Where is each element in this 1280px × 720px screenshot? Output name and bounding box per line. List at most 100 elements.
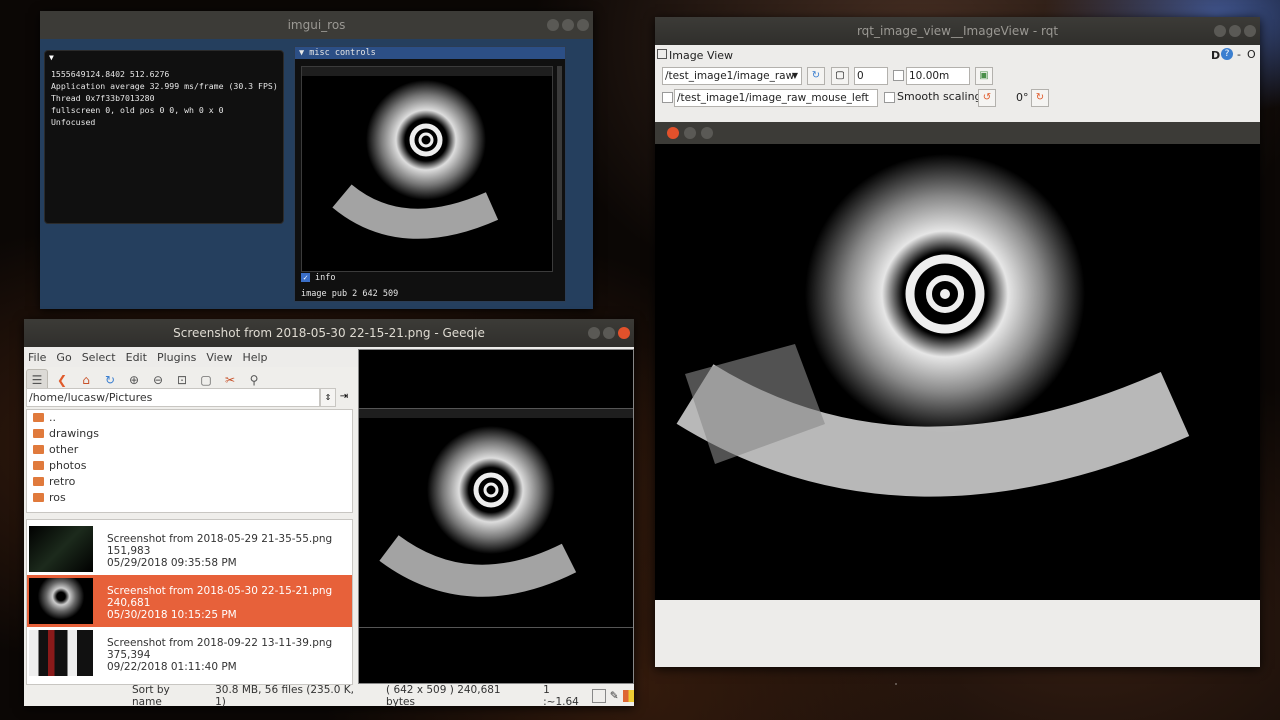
- panel-grip-icon: [657, 49, 667, 59]
- embedded-window-titlebar: [655, 122, 1260, 144]
- folder-item-parent[interactable]: ..: [27, 410, 352, 426]
- menu-plugins[interactable]: Plugins: [157, 351, 196, 364]
- stats-line-3: fullscreen 0, old pos 0 0, wh 0 x 0: [51, 105, 224, 115]
- menu-view[interactable]: View: [206, 351, 232, 364]
- folder-icon: [33, 445, 44, 454]
- menu-go[interactable]: Go: [56, 351, 71, 364]
- rqt-window: rqt_image_view__ImageView - rqt Image Vi…: [655, 17, 1260, 667]
- maximize-icon: [701, 127, 713, 139]
- folder-item-ros[interactable]: ros: [27, 490, 352, 506]
- stats-line-1: Application average 32.999 ms/frame (30.…: [51, 81, 278, 91]
- exif-rotate-icon[interactable]: [592, 688, 606, 703]
- stats-line-0: 1555649124.8402 512.6276: [51, 69, 170, 79]
- collapse-arrow-icon[interactable]: ▼: [49, 53, 283, 62]
- file-item-2[interactable]: Screenshot from 2018-09-22 13-11-39.png 3…: [27, 627, 352, 679]
- path-dropdown-icon[interactable]: ⇕: [320, 388, 336, 407]
- up-folder-icon: [33, 413, 44, 422]
- rqt-titlebar[interactable]: rqt_image_view__ImageView - rqt: [655, 17, 1260, 45]
- dock-button[interactable]: D: [1211, 49, 1220, 62]
- topic-select[interactable]: /test_image1/image_raw ▼: [662, 67, 802, 85]
- rqt-title: rqt_image_view__ImageView - rqt: [856, 24, 1059, 38]
- folder-item-retro[interactable]: retro: [27, 474, 352, 490]
- menu-help[interactable]: Help: [242, 351, 267, 364]
- zoom-fit-icon[interactable]: ▢: [831, 67, 849, 85]
- close-icon: [667, 127, 679, 139]
- minimize-icon[interactable]: [588, 327, 600, 339]
- back-icon[interactable]: ❮: [52, 370, 72, 390]
- stats-line-4: Unfocused: [51, 117, 96, 127]
- preferences-icon[interactable]: ✂: [220, 370, 240, 390]
- hide-icon[interactable]: -: [1237, 48, 1241, 61]
- file-list: Screenshot from 2018-05-29 21-35-55.png 1…: [26, 519, 353, 685]
- rotate-right-icon[interactable]: ↻: [1031, 89, 1049, 107]
- preview-image-frame: [359, 408, 633, 628]
- max-range-input[interactable]: 10.00m: [906, 67, 970, 85]
- zoom-out-icon[interactable]: ⊖: [148, 370, 168, 390]
- info-label: info: [315, 273, 336, 283]
- imgui-titlebar[interactable]: imgui_ros: [40, 11, 593, 39]
- dynamic-range-checkbox[interactable]: [893, 70, 904, 81]
- help-icon[interactable]: ?: [1221, 48, 1233, 60]
- geeqie-statusbar: Sort by name 30.8 MB, 56 files (235.0 K,…: [24, 683, 634, 708]
- folder-icon: [33, 429, 44, 438]
- file-date: 09/22/2018 01:11:40 PM: [107, 661, 237, 673]
- menu-file[interactable]: File: [28, 351, 46, 364]
- misc-controls-header[interactable]: ▼ misc controls: [295, 47, 565, 59]
- zoom-in-icon[interactable]: ⊕: [124, 370, 144, 390]
- spinbox-input[interactable]: 0: [854, 67, 888, 85]
- rotate-left-icon[interactable]: ↺: [978, 89, 996, 107]
- info-text: image pub 2 642 509: [301, 289, 399, 299]
- file-date: 05/29/2018 09:35:58 PM: [107, 557, 237, 569]
- folder-list: .. drawings other photos retro ros: [26, 409, 353, 513]
- mouse-publish-checkbox[interactable]: [662, 92, 673, 103]
- color-picker-icon[interactable]: ✎: [610, 690, 619, 702]
- file-item-1[interactable]: Screenshot from 2018-05-30 22-15-21.png 2…: [27, 575, 352, 627]
- status-image-info: ( 642 x 509 ) 240,681 bytes: [386, 683, 501, 708]
- file-thumbnail: [29, 578, 93, 624]
- geeqie-titlebar[interactable]: Screenshot from 2018-05-30 22-15-21.png …: [24, 319, 634, 347]
- menu-edit[interactable]: Edit: [126, 351, 147, 364]
- info-checkbox[interactable]: ✓: [301, 273, 310, 282]
- color-profile-icon[interactable]: [622, 689, 634, 702]
- folder-item-other[interactable]: other: [27, 442, 352, 458]
- close-icon[interactable]: [1244, 25, 1256, 37]
- smooth-scaling-checkbox[interactable]: [884, 92, 895, 103]
- save-image-icon[interactable]: ▣: [975, 67, 993, 85]
- rotation-value: 0°: [1016, 91, 1029, 104]
- maximize-icon[interactable]: [1229, 25, 1241, 37]
- file-thumbnail: [29, 630, 93, 676]
- geeqie-window: Screenshot from 2018-05-30 22-15-21.png …: [24, 319, 634, 708]
- minimize-icon[interactable]: [1214, 25, 1226, 37]
- folder-item-drawings[interactable]: drawings: [27, 426, 352, 442]
- minimize-icon[interactable]: [547, 19, 559, 31]
- pin-icon[interactable]: ⚲: [244, 370, 264, 390]
- close-icon[interactable]: [618, 327, 630, 339]
- close-icon[interactable]: [577, 19, 589, 31]
- home-icon[interactable]: ⌂: [76, 370, 96, 390]
- folder-icon: [33, 461, 44, 470]
- folder-icon: [33, 477, 44, 486]
- sort-button[interactable]: Sort by name: [132, 684, 199, 708]
- menu-select[interactable]: Select: [82, 351, 116, 364]
- mouse-topic-input[interactable]: /test_image1/image_raw_mouse_left: [674, 89, 878, 107]
- close-panel-icon[interactable]: O: [1247, 48, 1256, 61]
- maximize-icon[interactable]: [562, 19, 574, 31]
- smooth-scaling-label: Smooth scaling: [897, 90, 982, 103]
- mini-window-titlebar: [302, 67, 552, 76]
- path-go-icon[interactable]: ⇥: [338, 388, 350, 405]
- path-input[interactable]: /home/lucasw/Pictures: [26, 388, 320, 407]
- refresh-icon[interactable]: ↻: [100, 370, 120, 390]
- folder-item-photos[interactable]: photos: [27, 458, 352, 474]
- maximize-icon[interactable]: [603, 327, 615, 339]
- image-view-toolbar: Image View D ? - O /test_image1/image_ra…: [655, 45, 1260, 123]
- image-preview[interactable]: [358, 349, 634, 684]
- refresh-topics-icon[interactable]: ↻: [807, 67, 825, 85]
- rqt-image-display[interactable]: [655, 122, 1260, 600]
- file-item-0[interactable]: Screenshot from 2018-05-29 21-35-55.png 1…: [27, 523, 352, 575]
- file-size: 240,681: [107, 597, 151, 609]
- file-date: 05/30/2018 10:15:25 PM: [107, 609, 237, 621]
- misc-controls-panel: ▼ misc controls ✓ info image pub 2 642 50…: [294, 46, 566, 302]
- imgui-scrollbar[interactable]: [557, 66, 562, 220]
- zoom-fit-icon[interactable]: ⊡: [172, 370, 192, 390]
- zoom-1-icon[interactable]: ▢: [196, 370, 216, 390]
